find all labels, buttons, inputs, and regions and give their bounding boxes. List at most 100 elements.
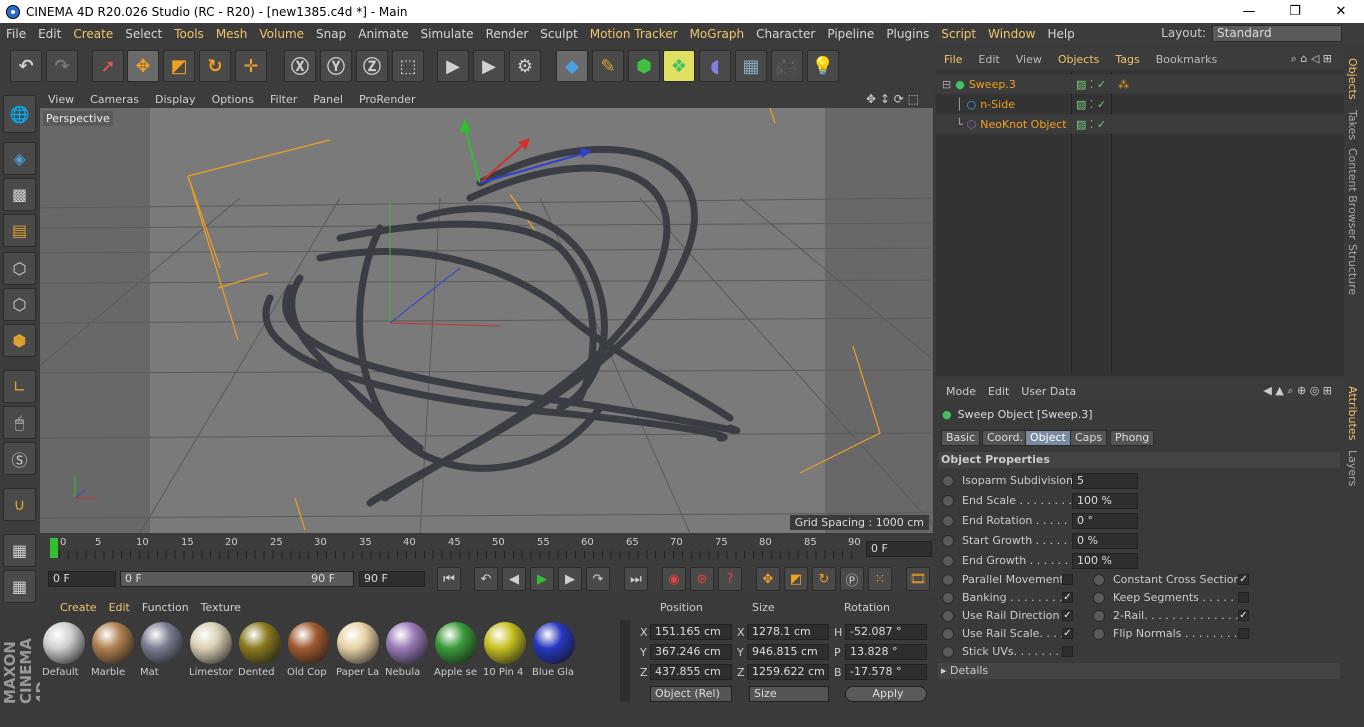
material-menu-function[interactable]: Function — [142, 601, 189, 616]
size-x-field[interactable]: 1278.1 cm — [747, 624, 829, 640]
previous-frame-icon[interactable]: ◀ — [502, 567, 526, 591]
menu-motion-tracker[interactable]: Motion Tracker — [584, 27, 684, 41]
rotation-b-field[interactable]: -17.578 ° — [845, 664, 927, 680]
tree-item-nside[interactable]: │ ○ n-Side ▨ ⁚ ✓ — [936, 94, 1344, 114]
position-z-field[interactable]: 437.855 cm — [650, 664, 732, 680]
size-y-field[interactable]: 946.815 cm — [747, 644, 829, 660]
attr-menu-mode[interactable]: Mode — [940, 385, 982, 398]
section-details[interactable]: ▸ Details — [938, 663, 1340, 679]
next-key-icon[interactable]: ↷ — [586, 567, 610, 591]
viewport-menu-panel[interactable]: Panel — [305, 93, 351, 106]
go-to-end-icon[interactable]: ⏭ — [624, 567, 648, 591]
anim-radio[interactable] — [1093, 573, 1105, 586]
cube-primitive-icon[interactable]: ◆ — [556, 50, 588, 82]
redo-icon[interactable]: ↷ — [46, 50, 78, 82]
material-swatch[interactable]: Paper La — [336, 622, 380, 682]
collapse-icon[interactable]: ⊟ — [942, 78, 951, 91]
layout-dropdown[interactable]: Standard — [1212, 25, 1342, 42]
tab-phong[interactable]: Phong — [1110, 430, 1155, 446]
end-growth-field[interactable]: 100 % — [1072, 553, 1138, 569]
anim-radio[interactable] — [942, 591, 954, 604]
material-swatch[interactable]: Mat — [140, 622, 184, 682]
tree-item-neoknot[interactable]: └ ⬡ NeoKnot Object ▨ ⁚ ✓ — [936, 114, 1344, 134]
side-tab-structure[interactable]: Structure — [1346, 244, 1359, 295]
banking-checkbox[interactable]: ✓ — [1062, 592, 1073, 603]
attr-menu-userdata[interactable]: User Data — [1015, 385, 1082, 398]
material-swatch[interactable]: Default — [42, 622, 86, 682]
material-swatch[interactable]: Dented — [238, 622, 282, 682]
lock-workplane-icon[interactable]: ▦ — [3, 534, 36, 567]
anim-radio[interactable] — [942, 627, 954, 640]
side-tab-takes[interactable]: Takes — [1346, 110, 1359, 140]
material-swatch[interactable]: Old Cop — [287, 622, 331, 682]
objects-menu-edit[interactable]: Edit — [970, 53, 1007, 66]
menu-volume[interactable]: Volume — [253, 27, 310, 41]
anim-radio[interactable] — [942, 573, 954, 586]
tweak-mode-icon[interactable]: 🖱 — [3, 406, 36, 439]
position-y-field[interactable]: 367.246 cm — [650, 644, 732, 660]
menu-mesh[interactable]: Mesh — [210, 27, 254, 41]
parallel-movement-checkbox[interactable] — [1062, 574, 1073, 585]
menu-help[interactable]: Help — [1041, 27, 1080, 41]
objects-menu-bookmarks[interactable]: Bookmarks — [1148, 53, 1225, 66]
visibility-toggle-icon[interactable]: ▨ ⁚ ✓ — [1076, 78, 1106, 91]
minimize-button[interactable]: — — [1226, 0, 1272, 23]
keyframe-selection-icon[interactable]: ? — [718, 567, 742, 591]
texture-mode-icon[interactable]: ▩ — [3, 178, 36, 211]
snapping-icon[interactable]: ∪ — [3, 488, 36, 521]
end-scale-field[interactable]: 100 % — [1072, 493, 1138, 509]
floor-scene-icon[interactable]: ▦ — [735, 50, 767, 82]
objects-menu-tags[interactable]: Tags — [1107, 53, 1147, 66]
size-mode-dropdown[interactable]: Size — [749, 686, 829, 702]
subdivision-surface-icon[interactable]: ⬢ — [628, 50, 660, 82]
timeline[interactable]: 0 5 10 15 20 25 30 35 40 45 50 55 60 65 … — [40, 535, 933, 563]
make-editable-icon[interactable]: 🌐 — [3, 95, 36, 133]
key-parameter-icon[interactable]: Ⓟ — [840, 567, 864, 591]
viewport-navigation-icons[interactable]: ✥ ↕ ⟳ ⬚ — [866, 92, 919, 106]
viewport-menu-prorender[interactable]: ProRender — [351, 93, 424, 106]
coordinate-system-icon[interactable]: ⬚ — [392, 50, 424, 82]
planar-workplane-icon[interactable]: ▦ — [3, 570, 36, 603]
anim-radio[interactable] — [942, 474, 954, 487]
menu-render[interactable]: Render — [480, 27, 535, 41]
constant-cross-section-checkbox[interactable]: ✓ — [1238, 574, 1249, 585]
menu-window[interactable]: Window — [982, 27, 1041, 41]
tab-coord[interactable]: Coord. — [982, 430, 1028, 446]
end-frame-field[interactable]: 90 F — [359, 571, 425, 587]
viewport-menu-cameras[interactable]: Cameras — [82, 93, 147, 106]
material-swatch[interactable]: 10 Pin 4 — [483, 622, 527, 682]
material-swatch[interactable]: Blue Gla — [532, 622, 576, 682]
viewport-menu-view[interactable]: View — [40, 93, 82, 106]
material-swatch[interactable]: Limestone — [189, 622, 233, 682]
stick-uvs-checkbox[interactable] — [1062, 646, 1073, 657]
menu-edit[interactable]: Edit — [32, 27, 67, 41]
visibility-toggle-icon[interactable]: ▨ ⁚ ✓ — [1076, 118, 1106, 131]
timeline-ruler[interactable] — [50, 551, 860, 559]
anim-radio[interactable] — [942, 609, 954, 622]
anim-radio[interactable] — [942, 554, 954, 567]
render-view-icon[interactable]: ▶ — [437, 50, 469, 82]
material-scrollbar[interactable] — [620, 620, 630, 702]
render-picture-viewer-icon[interactable]: ▶ — [473, 50, 505, 82]
anim-radio[interactable] — [1093, 591, 1105, 604]
pen-spline-icon[interactable]: ✎ — [592, 50, 624, 82]
z-axis-lock-icon[interactable]: Ⓩ — [356, 50, 388, 82]
keep-segments-checkbox[interactable] — [1238, 592, 1249, 603]
live-selection-icon[interactable]: ➚ — [92, 50, 124, 82]
anim-radio[interactable] — [1093, 609, 1105, 622]
maximize-button[interactable]: ❐ — [1272, 0, 1318, 23]
rotate-tool-icon[interactable]: ↻ — [199, 50, 231, 82]
side-tab-attributes[interactable]: Attributes — [1346, 386, 1359, 440]
model-mode-icon[interactable]: ◈ — [3, 142, 36, 175]
menu-sculpt[interactable]: Sculpt — [534, 27, 583, 41]
menu-file[interactable]: File — [0, 27, 32, 41]
3d-viewport[interactable]: Perspective Grid Spacing : 1000 cm — [40, 108, 933, 533]
viewport-menu-filter[interactable]: Filter — [262, 93, 305, 106]
material-swatch[interactable]: Nebula — [385, 622, 429, 682]
rotation-h-field[interactable]: -52.087 ° — [845, 624, 927, 640]
scale-tool-icon[interactable]: ◩ — [163, 50, 195, 82]
move-tool-icon[interactable]: ✥ — [127, 50, 159, 82]
side-tab-content-browser[interactable]: Content Browser — [1346, 148, 1359, 240]
menu-plugins[interactable]: Plugins — [880, 27, 935, 41]
material-swatch[interactable]: Marble — [91, 622, 135, 682]
